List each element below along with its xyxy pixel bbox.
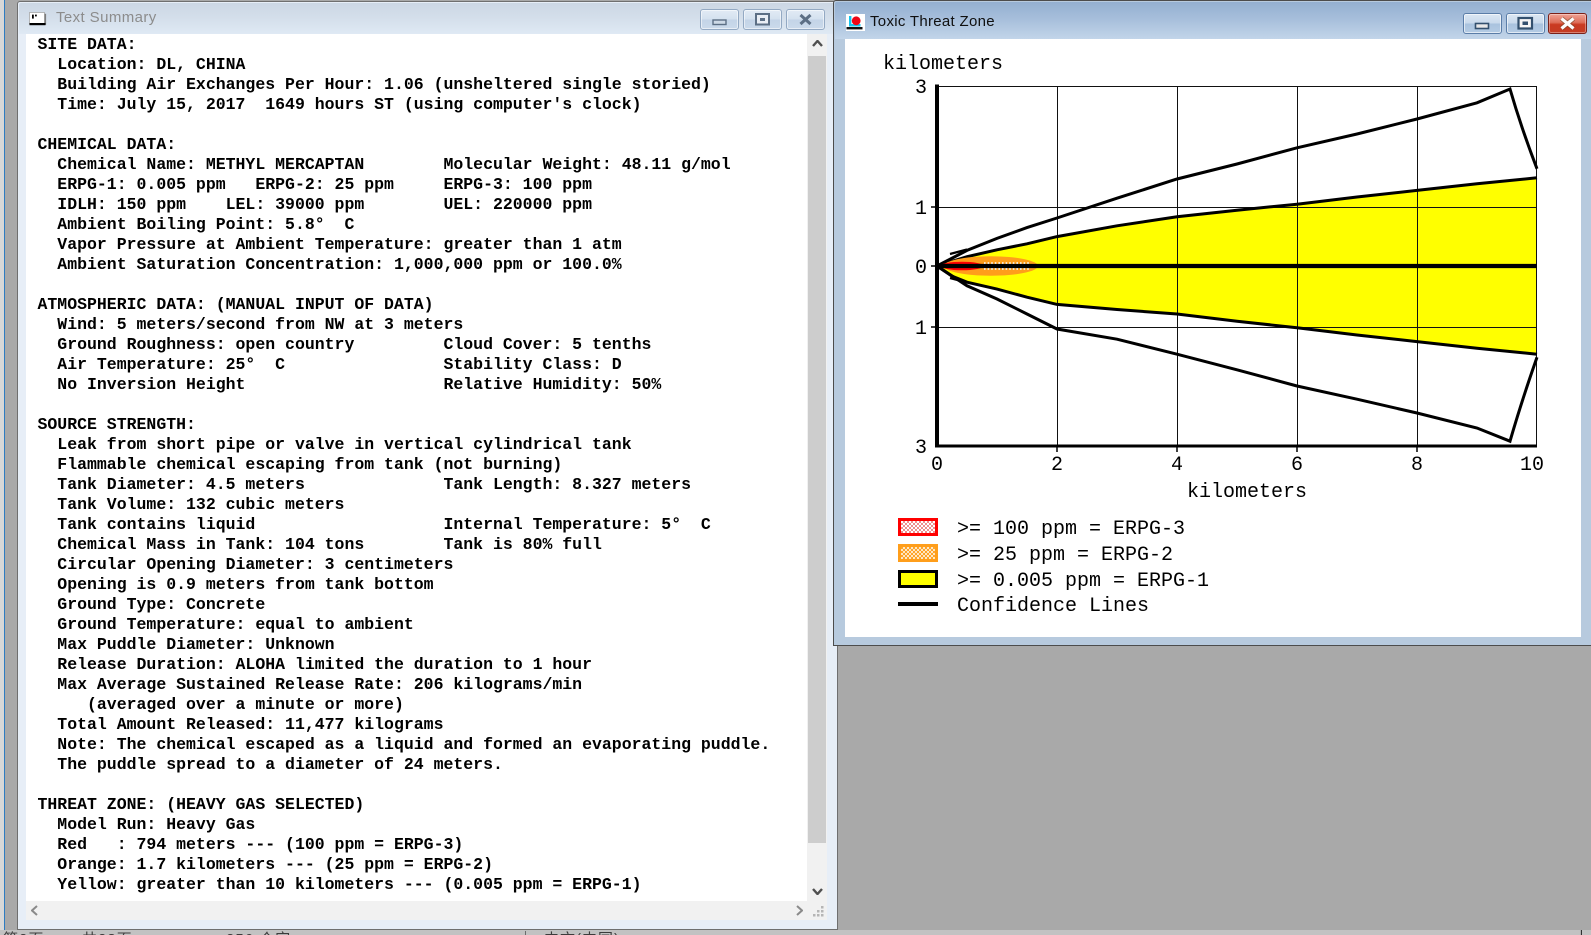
svg-text:0: 0: [914, 257, 926, 280]
svg-text:kilometers: kilometers: [883, 53, 1003, 76]
svg-text:3: 3: [914, 77, 926, 100]
svg-text:>= 100 ppm = ERPG-3: >= 100 ppm = ERPG-3: [957, 518, 1185, 541]
svg-text:Confidence Lines: Confidence Lines: [957, 595, 1149, 618]
svg-text:0: 0: [930, 454, 942, 477]
svg-text:2: 2: [1050, 454, 1062, 477]
svg-text:6: 6: [1290, 454, 1302, 477]
svg-text:3: 3: [914, 437, 926, 460]
svg-text:10: 10: [1519, 454, 1543, 477]
svg-text:1: 1: [914, 318, 926, 341]
svg-text:>= 0.005 ppm = ERPG-1: >= 0.005 ppm = ERPG-1: [957, 570, 1209, 593]
svg-text:8: 8: [1410, 454, 1422, 477]
svg-text:>= 25 ppm = ERPG-2: >= 25 ppm = ERPG-2: [957, 544, 1173, 567]
svg-text:kilometers: kilometers: [1186, 481, 1306, 504]
svg-text:4: 4: [1170, 454, 1182, 477]
svg-text:1: 1: [914, 198, 926, 221]
